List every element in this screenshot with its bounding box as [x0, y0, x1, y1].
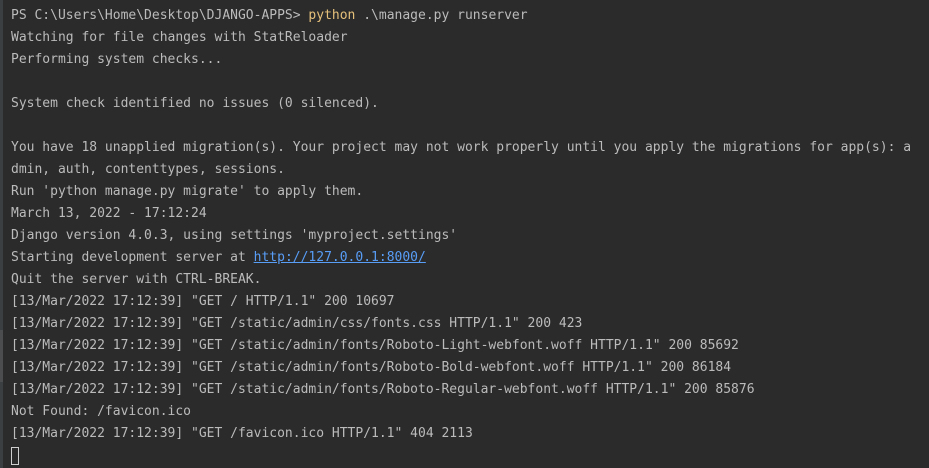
output-line: System check identified no issues (0 sil…: [11, 96, 379, 111]
terminal-gutter: [0, 0, 3, 468]
command-args: .\manage.py runserver: [355, 8, 528, 23]
server-url-link[interactable]: http://127.0.0.1:8000/: [254, 250, 426, 265]
text-cursor: [11, 447, 19, 465]
request-log-line: [13/Mar/2022 17:12:39] "GET /static/admi…: [11, 360, 732, 375]
gutter-marker: [0, 330, 3, 382]
request-log-line: [13/Mar/2022 17:12:39] "GET /favicon.ico…: [11, 426, 473, 441]
output-line: Watching for file changes with StatReloa…: [11, 30, 348, 45]
request-log-line: [13/Mar/2022 17:12:39] "GET /static/admi…: [11, 382, 755, 397]
warning-line-continued: dmin, auth, contenttypes, sessions.: [11, 162, 285, 177]
request-log-line: [13/Mar/2022 17:12:39] "GET /static/admi…: [11, 316, 583, 331]
request-log-line: [13/Mar/2022 17:12:39] "GET / HTTP/1.1" …: [11, 294, 395, 309]
command-line: PS C:\Users\Home\Desktop\DJANGO-APPS> py…: [11, 5, 929, 27]
version-line: Django version 4.0.3, using settings 'my…: [11, 228, 458, 243]
request-log-line: [13/Mar/2022 17:12:39] "GET /static/admi…: [11, 338, 739, 353]
prompt-text: PS C:\Users\Home\Desktop\DJANGO-APPS>: [11, 8, 309, 23]
output-line: Performing system checks...: [11, 52, 223, 67]
terminal-output[interactable]: PS C:\Users\Home\Desktop\DJANGO-APPS> py…: [11, 5, 929, 468]
input-line[interactable]: [11, 445, 929, 467]
command-keyword: python: [308, 8, 356, 23]
output-line: Quit the server with CTRL-BREAK.: [11, 272, 262, 287]
server-start-line: Starting development server at http://12…: [11, 247, 929, 269]
timestamp-line: March 13, 2022 - 17:12:24: [11, 206, 207, 221]
not-found-line: Not Found: /favicon.ico: [11, 404, 192, 419]
server-start-text: Starting development server at: [11, 250, 254, 265]
output-line: Run 'python manage.py migrate' to apply …: [11, 184, 364, 199]
warning-line: You have 18 unapplied migration(s). Your…: [11, 140, 912, 155]
